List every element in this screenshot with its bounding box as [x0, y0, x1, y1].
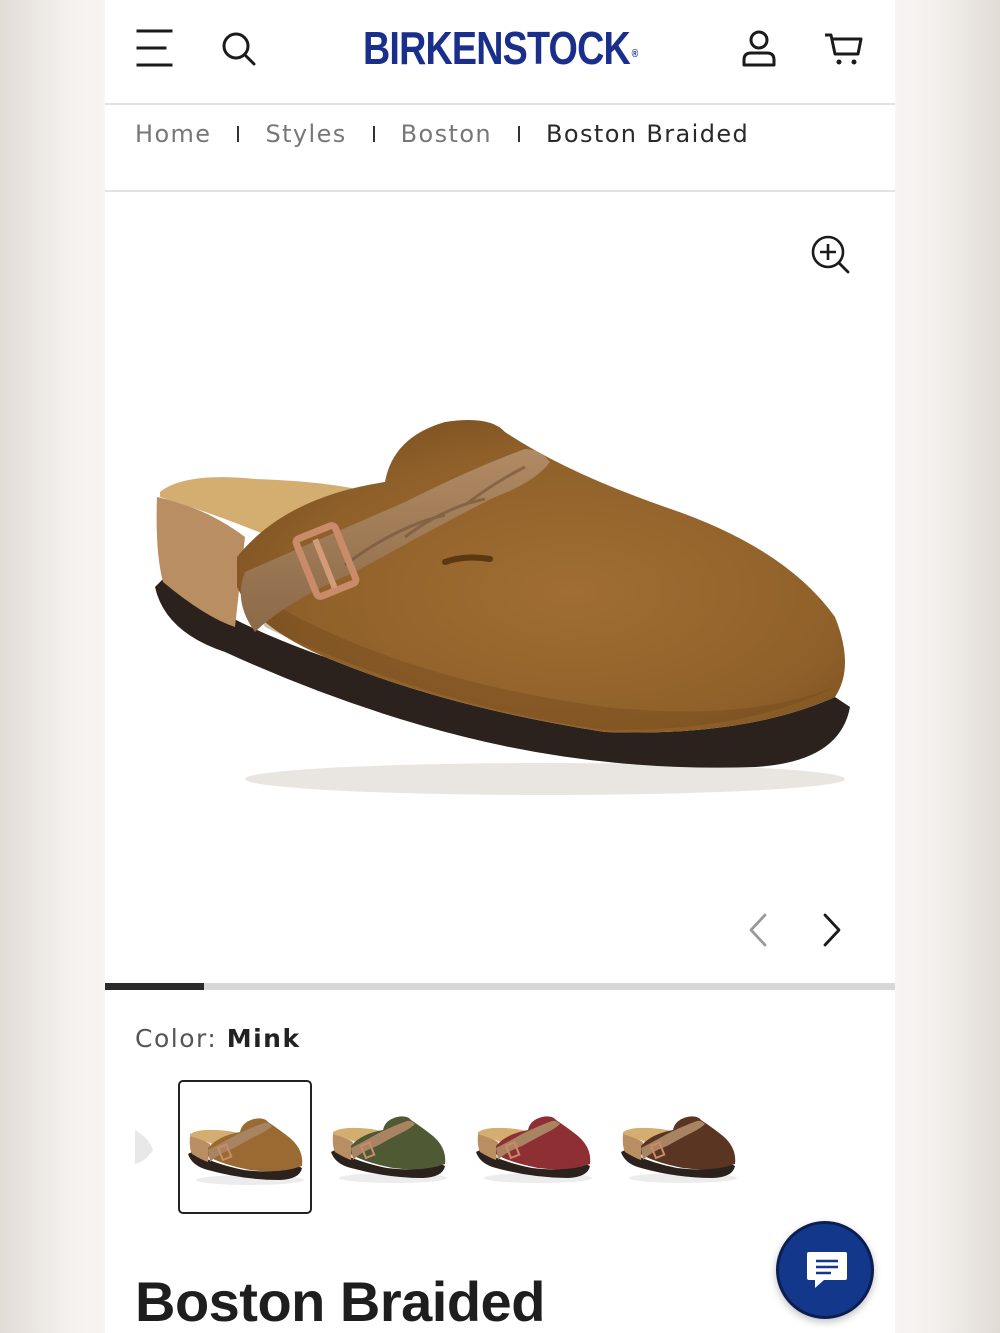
swatch-peek-image[interactable]: [135, 1120, 157, 1170]
chat-button[interactable]: [776, 1221, 874, 1319]
color-swatch-red[interactable]: [468, 1080, 602, 1214]
site-header: BIRKENSTOCK ®: [105, 0, 895, 105]
search-icon[interactable]: [219, 30, 259, 70]
breadcrumb-separator: [372, 126, 375, 142]
breadcrumb-styles[interactable]: Styles: [265, 120, 346, 148]
breadcrumb-boston[interactable]: Boston: [401, 120, 492, 148]
swatch-shoe-image: [331, 1116, 447, 1183]
breadcrumb-home[interactable]: Home: [135, 120, 211, 148]
breadcrumb: Home Styles Boston Boston Braided: [135, 114, 749, 154]
user-icon[interactable]: [739, 28, 779, 68]
breadcrumb-separator: [518, 126, 521, 142]
product-title: Boston Braided: [135, 1270, 545, 1333]
breadcrumb-separator: [237, 126, 240, 142]
chevron-right-icon[interactable]: [817, 910, 847, 950]
zoom-in-icon[interactable]: [808, 232, 856, 280]
color-label: Color:: [135, 1024, 218, 1053]
swatch-shoe-image: [476, 1116, 592, 1183]
main-product-image[interactable]: [145, 387, 865, 802]
brand-logo[interactable]: BIRKENSTOCK ®: [363, 19, 638, 77]
color-swatches: [135, 1080, 895, 1220]
cart-icon[interactable]: [823, 28, 865, 70]
color-selector-label: Color: Mink: [135, 1020, 301, 1058]
color-value: Mink: [226, 1024, 301, 1053]
product-image-gallery[interactable]: [105, 192, 895, 984]
chevron-left-icon[interactable]: [743, 910, 773, 950]
color-swatch-brown[interactable]: [613, 1080, 747, 1214]
gallery-progress-bar: [105, 983, 895, 990]
swatch-shoe-image: [188, 1118, 304, 1185]
gallery-progress-fill: [105, 983, 204, 990]
chat-icon: [807, 1252, 847, 1288]
swatch-shoe-image: [621, 1116, 737, 1183]
color-swatch-green[interactable]: [323, 1080, 457, 1214]
breadcrumb-current: Boston Braided: [546, 120, 750, 148]
color-swatch-mink[interactable]: [178, 1080, 312, 1214]
hamburger-menu-icon[interactable]: [135, 28, 175, 68]
product-page: BIRKENSTOCK ® Home Styles Boston Boston B…: [105, 0, 895, 1333]
